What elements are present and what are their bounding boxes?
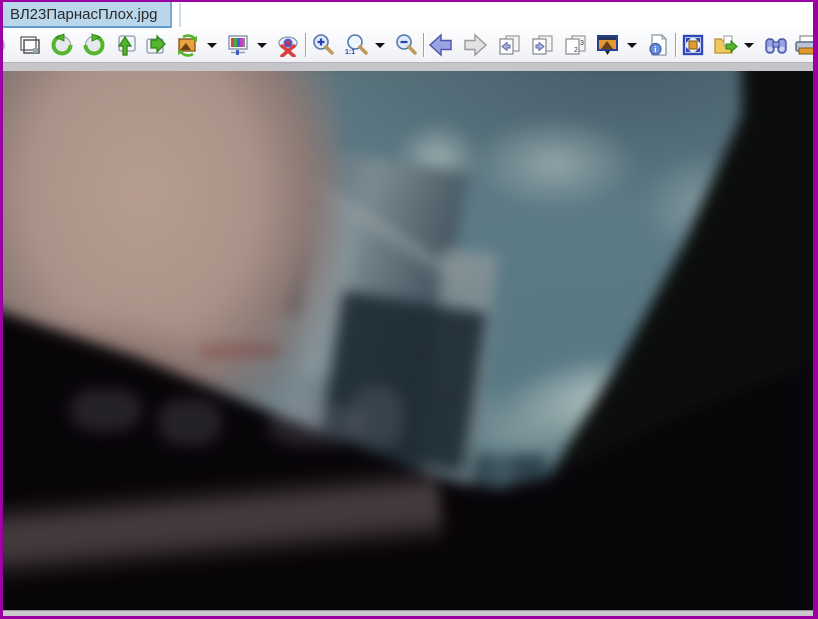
slideshow-button[interactable] bbox=[594, 31, 622, 59]
zoom-actual-icon: 1:1 bbox=[343, 33, 369, 57]
move-up-button[interactable] bbox=[112, 31, 140, 59]
move-to-button[interactable] bbox=[142, 31, 170, 59]
red-eye-removal-icon bbox=[276, 33, 300, 57]
red-eye-removal-button[interactable] bbox=[274, 31, 302, 59]
open-folder-icon bbox=[712, 33, 738, 57]
zoom-out-icon bbox=[394, 33, 418, 57]
convert-dropdown-caret[interactable] bbox=[207, 43, 217, 48]
box-right-arrow-icon bbox=[144, 33, 168, 57]
tab-image-file[interactable]: ВЛ23ПарнасПлох.jpg bbox=[3, 2, 172, 28]
toolbar-bottom-strip bbox=[3, 62, 813, 71]
box-up-arrow-icon bbox=[114, 33, 138, 57]
zoom-in-button[interactable] bbox=[309, 31, 337, 59]
previous-page-icon bbox=[496, 33, 522, 57]
folder-dropdown-caret[interactable] bbox=[744, 43, 754, 48]
fullscreen-button[interactable] bbox=[679, 31, 707, 59]
tab-filename-label: ВЛ23ПарнасПлох.jpg bbox=[10, 6, 158, 23]
zoom-out-button[interactable] bbox=[392, 31, 420, 59]
forward-button[interactable] bbox=[461, 31, 489, 59]
open-folder-button[interactable] bbox=[711, 31, 739, 59]
image-viewer-window: ВЛ23ПарнасПлох.jpg bbox=[0, 0, 818, 619]
tab-divider bbox=[179, 3, 181, 27]
print-button[interactable] bbox=[794, 31, 813, 59]
back-button[interactable] bbox=[427, 31, 455, 59]
statusbar-strip bbox=[3, 610, 813, 616]
adjust-colors-button[interactable] bbox=[224, 31, 252, 59]
toolbar: 1:1 bbox=[3, 28, 813, 62]
colors-adjust-icon bbox=[226, 33, 250, 57]
toolbar-separator bbox=[675, 33, 676, 57]
slideshow-dropdown-caret[interactable] bbox=[627, 43, 637, 48]
next-page-button[interactable] bbox=[528, 31, 556, 59]
clipped-toolbar-icon[interactable] bbox=[3, 31, 9, 59]
rotate-right-button[interactable] bbox=[80, 31, 108, 59]
rotate-left-button[interactable] bbox=[48, 31, 76, 59]
back-arrow-icon bbox=[428, 33, 454, 57]
photo-cloud bbox=[470, 116, 640, 211]
zoom-dropdown-caret[interactable] bbox=[375, 43, 385, 48]
forward-arrow-icon bbox=[462, 33, 488, 57]
crop-button[interactable] bbox=[15, 31, 43, 59]
binoculars-icon bbox=[763, 33, 789, 57]
tab-bar: ВЛ23ПарнасПлох.jpg bbox=[3, 2, 813, 28]
svg-text:1:1: 1:1 bbox=[345, 49, 355, 56]
image-canvas[interactable] bbox=[3, 71, 813, 610]
info-icon: i bbox=[646, 33, 670, 57]
zoom-actual-button[interactable]: 1:1 bbox=[342, 31, 370, 59]
slideshow-icon bbox=[595, 33, 621, 57]
find-button[interactable] bbox=[762, 31, 790, 59]
page-list-button[interactable]: 2 3 bbox=[561, 31, 589, 59]
fullscreen-icon bbox=[681, 33, 705, 57]
printer-icon bbox=[794, 33, 813, 57]
rotate-left-icon bbox=[50, 33, 74, 57]
convert-image-button[interactable] bbox=[174, 31, 202, 59]
rotate-right-icon bbox=[82, 33, 106, 57]
svg-text:3: 3 bbox=[580, 40, 584, 47]
image-info-button[interactable]: i bbox=[644, 31, 672, 59]
toolbar-separator bbox=[305, 33, 306, 57]
colors-dropdown-caret[interactable] bbox=[257, 43, 267, 48]
crop-icon bbox=[17, 33, 41, 57]
convert-image-icon bbox=[175, 33, 201, 57]
photo-train-pinhole bbox=[3, 71, 813, 610]
svg-text:2: 2 bbox=[574, 47, 578, 54]
zoom-in-icon bbox=[311, 33, 335, 57]
page-numbers-icon: 2 3 bbox=[562, 33, 588, 57]
toolbar-separator bbox=[423, 33, 424, 57]
previous-page-button[interactable] bbox=[495, 31, 523, 59]
next-page-icon bbox=[529, 33, 555, 57]
